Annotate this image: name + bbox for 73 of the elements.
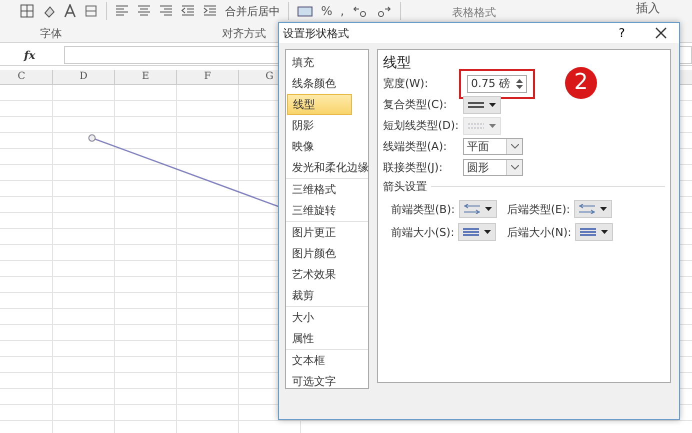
ribbon-group-label: 对齐方式	[222, 26, 266, 41]
column-header[interactable]: F	[177, 70, 239, 84]
caret-icon	[600, 207, 608, 211]
lines-icon	[463, 227, 480, 237]
field-label: 线端类型(A):	[383, 139, 448, 154]
category-item[interactable]: 图片颜色	[287, 243, 367, 264]
field-label: 后端大小(N):	[506, 224, 572, 240]
dropdown[interactable]: 圆形	[463, 159, 523, 176]
arrows-icon	[579, 204, 596, 214]
help-button[interactable]: ?	[614, 26, 629, 40]
ribbon-group-label: 字体	[40, 26, 62, 41]
arrows-icon	[464, 204, 480, 214]
double-line-icon	[468, 100, 484, 108]
font-color-icon[interactable]	[64, 4, 76, 18]
comma-button[interactable]: ,	[340, 4, 344, 18]
dialog-title: 设置形状格式	[283, 26, 350, 40]
category-item[interactable]: 阴影	[287, 115, 367, 136]
arrow-type-dropdown[interactable]	[458, 200, 497, 218]
caret-icon	[601, 230, 608, 234]
align-right-icon[interactable]	[159, 5, 173, 17]
align-left-icon[interactable]	[115, 5, 129, 17]
category-item[interactable]: 裁剪	[287, 285, 367, 306]
border-icon[interactable]	[20, 4, 34, 18]
spin-arrows-icon[interactable]	[515, 78, 524, 90]
field-label: 后端类型(E):	[506, 202, 570, 216]
arrow-size-dropdown[interactable]	[458, 223, 496, 241]
category-item[interactable]: 属性	[287, 328, 367, 349]
field-label: 联接类型(J):	[383, 160, 444, 175]
function-label[interactable]: fx	[0, 48, 64, 62]
decrease-decimal-icon[interactable]	[376, 4, 392, 18]
increase-decimal-icon[interactable]	[352, 4, 368, 18]
caret-icon	[489, 124, 496, 128]
lines-icon	[580, 227, 596, 237]
field-label: 前端类型(B):	[391, 202, 455, 216]
merge-center-button[interactable]: 合并后居中	[225, 4, 280, 18]
caret-icon	[484, 230, 492, 234]
compound-type-dropdown[interactable]	[463, 96, 501, 114]
category-item[interactable]: 填充	[287, 52, 367, 73]
step-badge: 2	[565, 67, 597, 99]
section-heading: 线型	[383, 54, 412, 72]
arrow-size-dropdown[interactable]	[575, 223, 614, 241]
insert-button[interactable]: 插入	[636, 0, 660, 17]
category-item[interactable]: 线型	[287, 94, 352, 115]
dashed-line-icon	[468, 122, 484, 130]
increase-indent-icon[interactable]	[203, 5, 217, 17]
field-label: 复合类型(C):	[383, 97, 448, 112]
caret-icon	[489, 102, 496, 106]
table-format-button[interactable]: 表格格式	[452, 5, 496, 20]
field-label: 宽度(W):	[383, 76, 430, 91]
decrease-indent-icon[interactable]	[181, 5, 195, 17]
category-item[interactable]: 三维格式	[287, 179, 367, 200]
category-item[interactable]: 艺术效果	[287, 264, 367, 285]
arrow-type-dropdown[interactable]	[574, 200, 612, 218]
field-label: 前端大小(S):	[391, 224, 454, 240]
dropdown[interactable]: 平面	[463, 138, 523, 155]
align-center-icon[interactable]	[137, 5, 151, 17]
category-item[interactable]: 映像	[287, 136, 367, 157]
column-header[interactable]: E	[115, 70, 177, 84]
section-heading: 箭头设置	[383, 179, 427, 194]
field-label: 短划线类型(D):	[383, 118, 460, 133]
caret-icon	[484, 207, 492, 211]
category-item[interactable]: 大小	[287, 307, 367, 328]
category-item[interactable]: 发光和柔化边缘	[287, 157, 367, 178]
width-spinner[interactable]: 0.75 磅	[467, 74, 527, 92]
percent-button[interactable]: %	[321, 4, 332, 18]
category-item[interactable]: 三维旋转	[287, 200, 367, 221]
chevron-down-icon	[510, 144, 518, 149]
column-header[interactable]: C	[0, 70, 53, 84]
column-header[interactable]: D	[53, 70, 115, 84]
category-item[interactable]: 文本框	[287, 350, 367, 371]
category-item[interactable]: 图片更正	[287, 222, 367, 243]
chevron-down-icon	[510, 165, 518, 170]
category-item[interactable]: 可选文字	[287, 371, 367, 392]
